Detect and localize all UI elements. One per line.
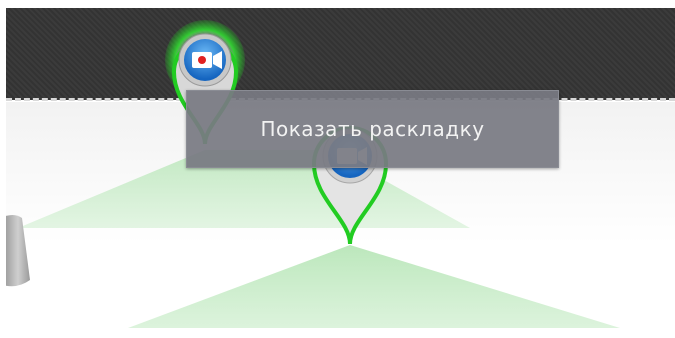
left-border	[0, 0, 6, 338]
gray-object	[0, 215, 30, 287]
map-scene[interactable]: Показать раскладку	[0, 0, 675, 338]
menu-item-label: Показать раскладку	[260, 117, 485, 141]
camera-2-view-cone	[128, 245, 620, 328]
menu-item-show-layout[interactable]: Показать раскладку	[187, 91, 558, 167]
context-menu: Показать раскладку	[186, 90, 559, 168]
video-camera-icon	[192, 51, 222, 69]
